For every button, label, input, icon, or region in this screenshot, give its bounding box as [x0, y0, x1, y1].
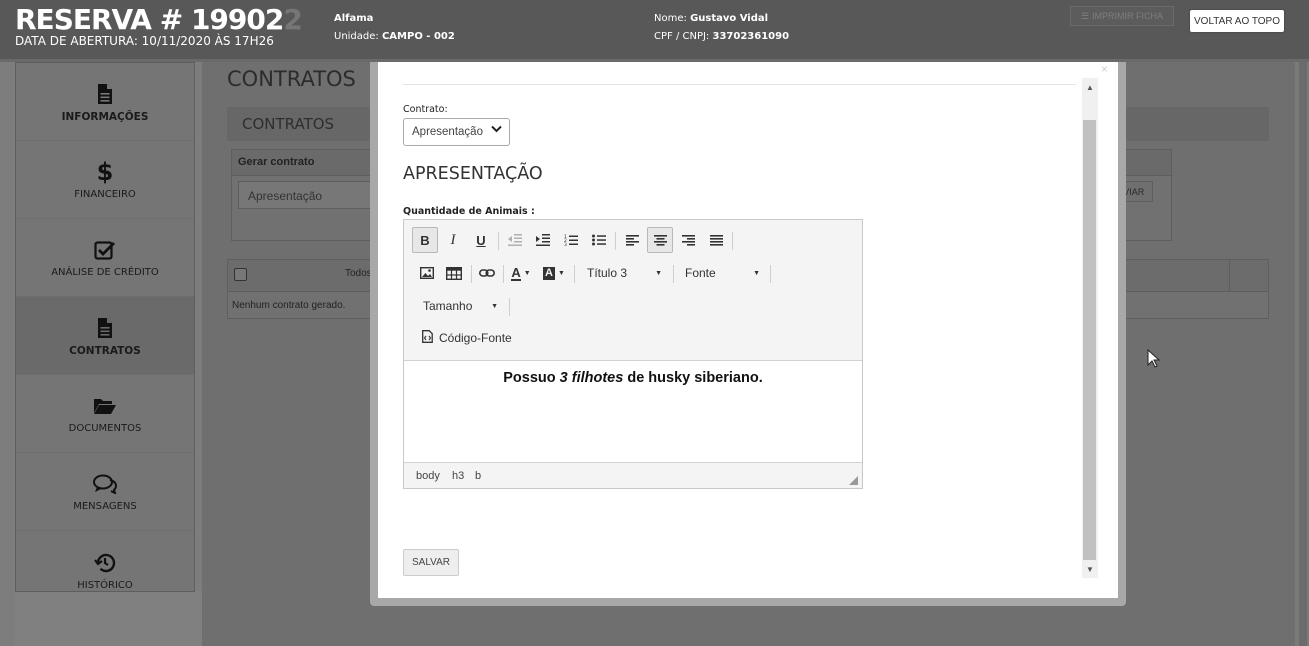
scroll-down-icon[interactable]: ▼: [1082, 562, 1098, 576]
bold-icon[interactable]: B: [412, 227, 438, 253]
history-icon: [94, 550, 116, 576]
link-icon[interactable]: [476, 260, 498, 286]
modal-scrollbar[interactable]: ▲ ▼: [1082, 78, 1098, 578]
indent-icon[interactable]: [532, 227, 554, 253]
text-color-icon[interactable]: A ▼: [507, 260, 535, 286]
element-path-b[interactable]: b: [475, 470, 481, 482]
caret-down-icon: ▼: [655, 269, 662, 277]
dollar-icon: $: [96, 158, 114, 186]
italic-icon[interactable]: I: [442, 227, 464, 253]
sidebar-item-informacoes[interactable]: INFORMAÇÕES: [16, 63, 194, 141]
image-icon[interactable]: [416, 260, 438, 286]
document-icon: [97, 81, 113, 107]
section-heading: APRESENTAÇÃO: [403, 164, 543, 184]
sidebar-item-contratos[interactable]: CONTRATOS: [16, 297, 194, 375]
modal-scrollbar-thumb[interactable]: [1083, 120, 1096, 560]
sidebar-item-analise-credito[interactable]: ANÁLISE DE CRÉDITO: [16, 219, 194, 297]
sidebar-item-financeiro[interactable]: $ FINANCEIRO: [16, 141, 194, 219]
reservation-title: RESERVA # 199022: [15, 3, 303, 36]
numbered-list-icon[interactable]: 123: [560, 227, 582, 253]
editor-statusbar: body h3 b: [404, 462, 862, 488]
print-button[interactable]: ☰ IMPRIMIR FICHA: [1070, 6, 1174, 26]
align-center-icon[interactable]: [647, 227, 673, 253]
element-path-body[interactable]: body: [416, 470, 440, 482]
align-left-icon[interactable]: [620, 227, 644, 253]
outdent-icon[interactable]: [504, 227, 526, 253]
rich-text-editor: B I U 123 A ▼ A ▼ Título 3 ▼ Fonte ▼ Tam…: [403, 219, 863, 489]
page-title: CONTRATOS: [227, 67, 356, 91]
svg-text:3: 3: [564, 242, 567, 246]
contract-label: Contrato:: [403, 104, 448, 115]
page-scrollbar[interactable]: [1295, 62, 1309, 646]
size-dropdown[interactable]: Tamanho ▼: [418, 295, 502, 317]
sidebar-item-historico[interactable]: HISTÓRICO: [16, 531, 194, 609]
select-all-label: Todos: [345, 268, 372, 279]
nome-info: Nome: Gustavo Vidal: [654, 13, 769, 24]
document-icon: [97, 315, 113, 341]
table-icon[interactable]: [443, 260, 465, 286]
mouse-cursor-icon: [1147, 348, 1161, 374]
font-dropdown[interactable]: Fonte ▼: [680, 262, 764, 284]
resize-handle-icon[interactable]: [849, 476, 858, 485]
cpf-info: CPF / CNPJ: 33702361090: [654, 31, 790, 42]
modal-divider: [403, 84, 1076, 85]
column-divider: [1229, 260, 1230, 292]
align-justify-icon[interactable]: [704, 227, 728, 253]
format-dropdown[interactable]: Título 3 ▼: [582, 262, 666, 284]
caret-down-icon: ▼: [491, 302, 498, 310]
scroll-up-icon[interactable]: ▲: [1082, 80, 1098, 94]
list-icon: ☰: [1080, 10, 1090, 21]
close-icon[interactable]: ×: [1101, 62, 1108, 76]
background-color-icon[interactable]: A ▼: [540, 260, 568, 286]
contract-select[interactable]: Apresentação: [403, 118, 510, 146]
sidebar: INFORMAÇÕES $ FINANCEIRO ANÁLISE DE CRÉD…: [15, 62, 195, 592]
page-scrollbar-thumb[interactable]: [1299, 62, 1307, 646]
bullet-list-icon[interactable]: [588, 227, 610, 253]
checkbox-icon: [94, 237, 116, 263]
chevron-down-icon: [491, 125, 502, 136]
select-all-checkbox[interactable]: [234, 268, 247, 281]
source-code-button[interactable]: Código-Fonte: [418, 326, 516, 350]
sidebar-item-documentos[interactable]: DOCUMENTOS: [16, 375, 194, 453]
animal-quantity-label: Quantidade de Animais :: [403, 206, 535, 217]
caret-down-icon: ▼: [753, 269, 760, 277]
opening-date: DATA DE ABERTURA: 10/11/2020 ÀS 17H26: [15, 34, 274, 48]
element-path-h3[interactable]: h3: [452, 470, 464, 482]
folder-open-icon: [93, 393, 117, 419]
save-button[interactable]: SALVAR: [403, 549, 459, 576]
empty-table-message: Nenhum contrato gerado.: [232, 300, 346, 311]
chat-icon: [92, 471, 118, 497]
back-to-top-button[interactable]: VOLTAR AO TOPO: [1190, 10, 1284, 32]
underline-icon[interactable]: U: [470, 227, 492, 253]
page-header: RESERVA # 199022 DATA DE ABERTURA: 10/11…: [0, 0, 1309, 62]
source-code-icon: [422, 330, 433, 346]
sidebar-item-mensagens[interactable]: MENSAGENS: [16, 453, 194, 531]
align-right-icon[interactable]: [676, 227, 700, 253]
editor-content[interactable]: Possuo 3 filhotes de husky siberiano.: [404, 370, 862, 386]
editor-toolbar: B I U 123 A ▼ A ▼ Título 3 ▼ Fonte ▼ Tam…: [404, 220, 862, 361]
client-name: Alfama: [334, 13, 374, 24]
unidade-info: Unidade: CAMPO - 002: [334, 31, 455, 42]
